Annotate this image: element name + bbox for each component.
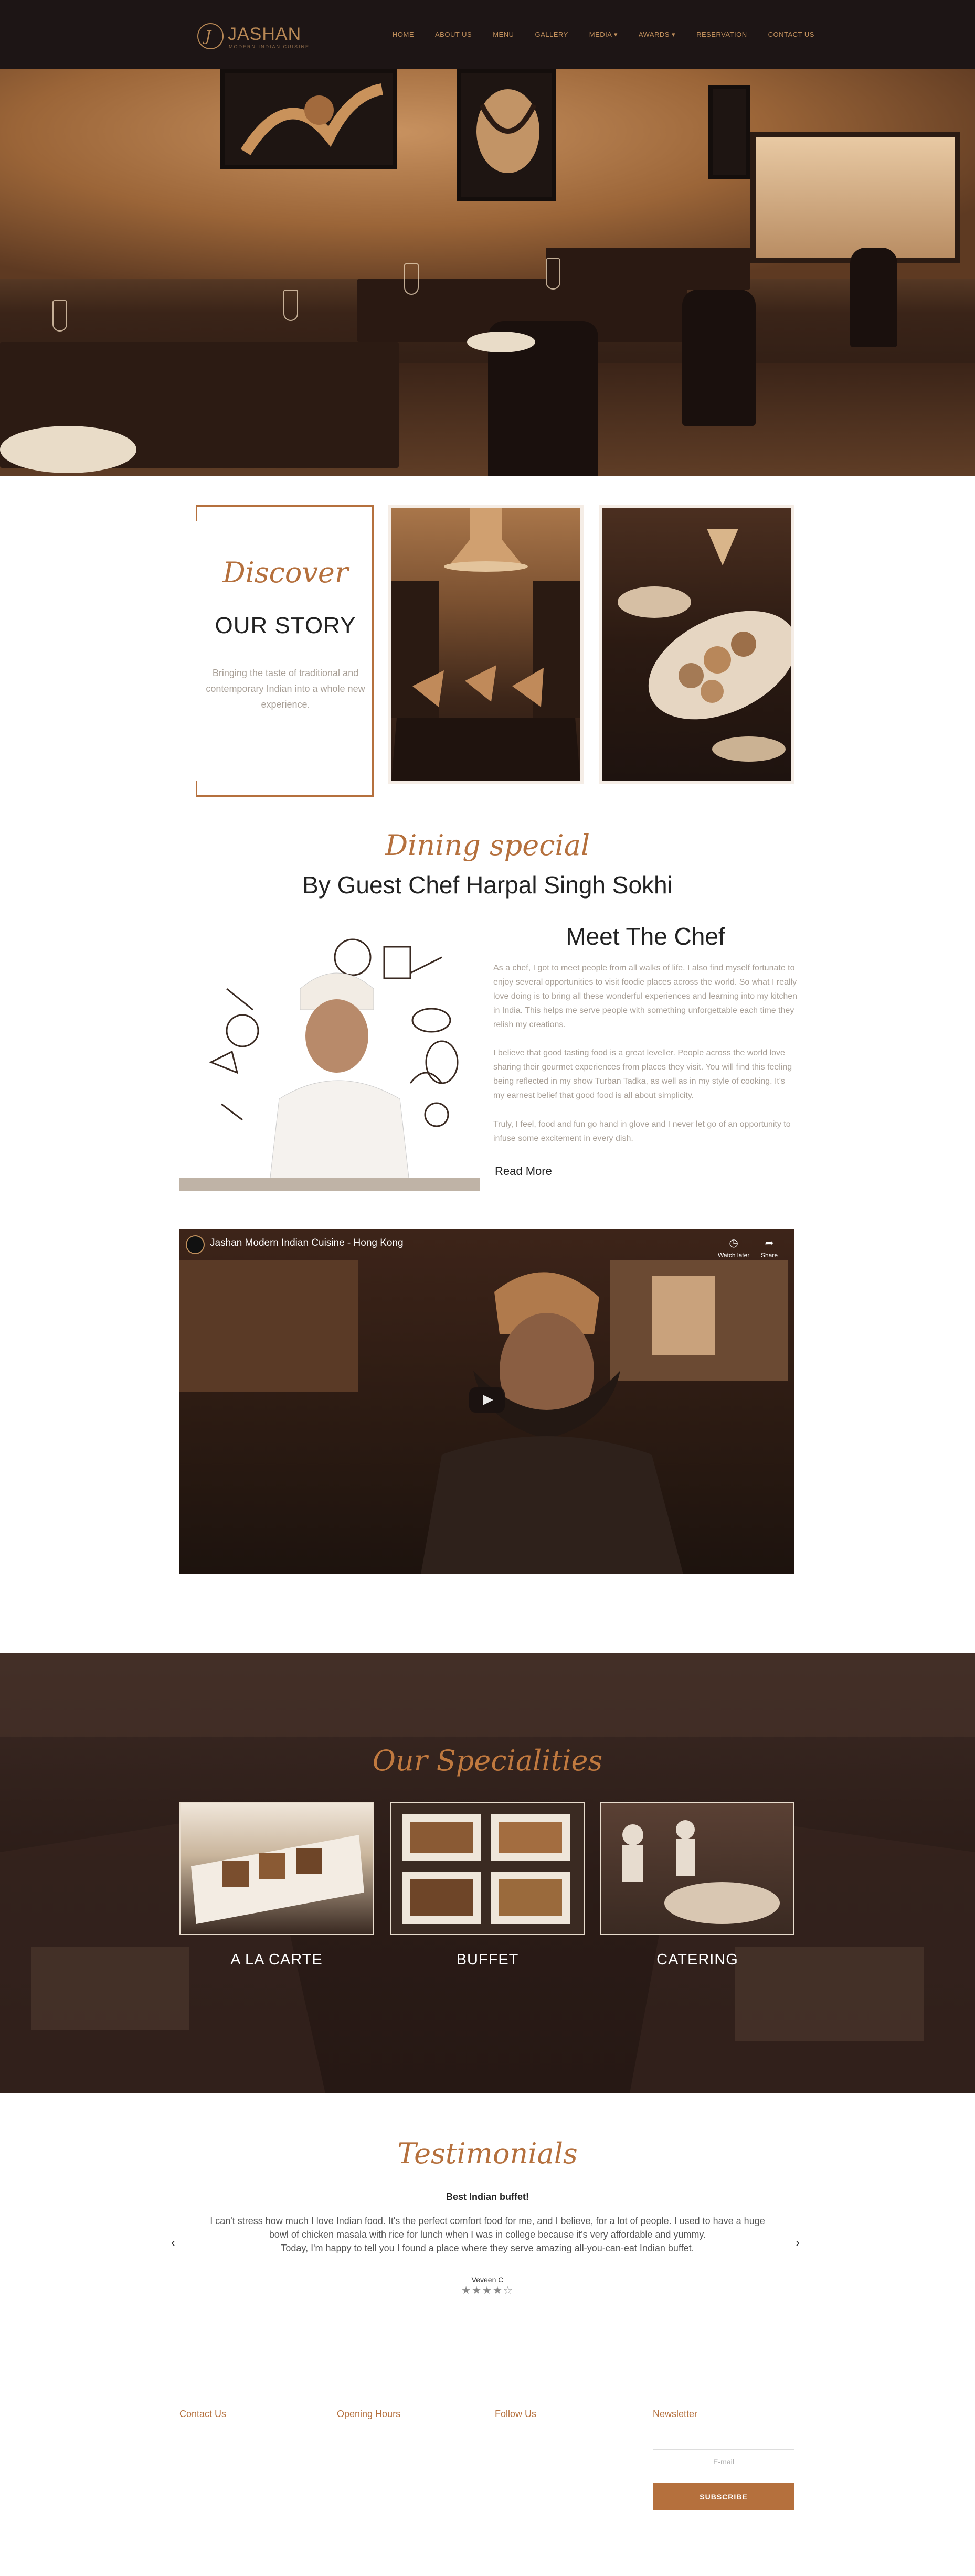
- logo-icon[interactable]: J: [197, 23, 224, 49]
- a-la-carte-image[interactable]: [179, 1802, 374, 1935]
- play-button[interactable]: [469, 1387, 505, 1413]
- a-la-carte-label[interactable]: A LA CARTE: [179, 1951, 374, 1969]
- share-button[interactable]: ➦ Share: [761, 1236, 778, 1259]
- prev-arrow-icon[interactable]: ‹: [171, 2236, 175, 2250]
- next-arrow-icon[interactable]: ›: [796, 2236, 800, 2250]
- testimonial-heading: Best Indian buffet!: [446, 2192, 529, 2202]
- footer-hours-heading: Opening Hours: [337, 2409, 401, 2419]
- testimonials-script-heading: Testimonials: [397, 2137, 578, 2170]
- hero-glass: [404, 263, 419, 295]
- watch-later-label: Watch later: [718, 1252, 750, 1259]
- star-rating: ★★★★☆: [461, 2285, 514, 2296]
- chef-paragraph: I believe that good tasting food is a gr…: [493, 1049, 792, 1100]
- hero-table: [546, 248, 750, 290]
- youtube-video-player[interactable]: Jashan Modern Indian Cuisine - Hong Kong…: [179, 1229, 794, 1574]
- logo-tagline: MODERN INDIAN CUISINE: [229, 44, 310, 49]
- buffet-image[interactable]: [390, 1802, 585, 1935]
- hero-chair: [682, 290, 756, 426]
- testimonial-text: I can't stress how much I love Indian fo…: [210, 2216, 765, 2226]
- dining-script-heading: Dining special: [385, 829, 590, 862]
- hero-glass: [283, 290, 298, 321]
- hero-painting: [708, 85, 750, 179]
- read-more-link[interactable]: Read More: [495, 1164, 552, 1178]
- footer-follow-heading: Follow Us: [495, 2409, 537, 2419]
- story-frame: [196, 505, 374, 797]
- nav-gallery[interactable]: GALLERY: [535, 30, 568, 39]
- buffet-label[interactable]: BUFFET: [390, 1951, 585, 1969]
- share-label: Share: [761, 1252, 778, 1259]
- catering-image[interactable]: [600, 1802, 794, 1935]
- hero-plate: [467, 332, 535, 352]
- hero-glass: [546, 258, 560, 290]
- hero-glass: [52, 300, 67, 332]
- story-script-heading: Discover: [222, 556, 348, 589]
- indian-dishes-image: [599, 505, 794, 784]
- hero-painting: [457, 69, 556, 201]
- hero-plate: [0, 426, 136, 473]
- newsletter-email-input[interactable]: E-mail: [653, 2449, 794, 2473]
- logo-name[interactable]: JASHAN: [228, 24, 301, 45]
- footer-newsletter-heading: Newsletter: [653, 2409, 698, 2419]
- story-text: Bringing the taste of traditional and co…: [206, 668, 365, 710]
- nav-media[interactable]: MEDIA ▾: [589, 30, 618, 39]
- nav-menu[interactable]: MENU: [493, 30, 514, 39]
- channel-avatar[interactable]: [186, 1235, 205, 1254]
- video-title[interactable]: Jashan Modern Indian Cuisine - Hong Kong: [210, 1237, 404, 1249]
- catering-label[interactable]: CATERING: [600, 1951, 794, 1969]
- testimonial-text: bowl of chicken masala with rice for lun…: [269, 2229, 706, 2240]
- chef-paragraph: Truly, I feel, food and fun go hand in g…: [493, 1120, 791, 1143]
- specialities-script-heading: Our Specialities: [372, 1744, 603, 1777]
- hero-painting: [220, 69, 397, 169]
- dining-title: By Guest Chef Harpal Singh Sokhi: [302, 871, 673, 899]
- main-nav: HOME ABOUT US MENU GALLERY MEDIA ▾ AWARD…: [393, 30, 835, 39]
- nav-contact-us[interactable]: CONTACT US: [768, 30, 814, 39]
- chef-image: [179, 926, 480, 1191]
- chef-paragraph: As a chef, I got to meet people from all…: [493, 964, 798, 1029]
- chef-title: Meet The Chef: [566, 923, 725, 950]
- nav-about-us[interactable]: ABOUT US: [435, 30, 472, 39]
- testimonial-author: Veveen C: [471, 2275, 504, 2284]
- story-title: OUR STORY: [215, 613, 356, 638]
- share-icon: ➦: [765, 1237, 774, 1249]
- hero-chair: [850, 248, 897, 347]
- footer-contact-heading: Contact Us: [179, 2409, 227, 2419]
- nav-home[interactable]: HOME: [393, 30, 414, 39]
- hero-window: [750, 132, 960, 263]
- nav-reservation[interactable]: RESERVATION: [696, 30, 747, 39]
- clock-icon: ◷: [729, 1237, 738, 1249]
- hero-slider[interactable]: [0, 69, 975, 476]
- subscribe-button[interactable]: SUBSCRIBE: [653, 2483, 794, 2510]
- nav-awards[interactable]: AWARDS ▾: [639, 30, 675, 39]
- watch-later-button[interactable]: ◷ Watch later: [718, 1236, 749, 1259]
- restaurant-interior-image: [388, 505, 584, 784]
- testimonial-text: Today, I'm happy to tell you I found a p…: [281, 2243, 694, 2253]
- site-header: J JASHAN MODERN INDIAN CUISINE HOME ABOU…: [0, 0, 975, 69]
